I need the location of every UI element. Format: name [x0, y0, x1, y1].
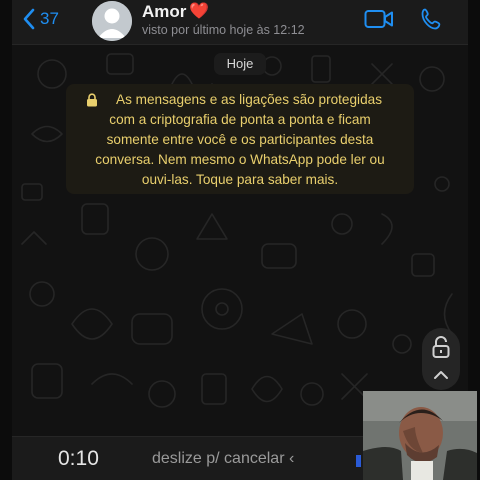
encryption-notice-line: conversa. Nem mesmo o WhatsApp pode ler …: [95, 152, 385, 167]
video-call-icon: [364, 10, 393, 28]
chevron-up-icon: [434, 371, 448, 379]
slide-to-cancel[interactable]: deslize p/ cancelar ‹: [152, 450, 294, 468]
recording-timer: 0:10: [58, 447, 99, 470]
webcam-person-image: [363, 391, 477, 480]
chat-header: 37 Amor ❤️ visto por último hoje às 12:1…: [12, 0, 468, 45]
back-chevron-icon: [23, 8, 35, 30]
voice-call-button[interactable]: [420, 7, 444, 36]
video-call-button[interactable]: [364, 9, 394, 34]
encryption-notice[interactable]: As mensagens e as ligações são protegida…: [66, 84, 414, 194]
recording-lock-control[interactable]: [422, 328, 460, 390]
recording-indicator: [356, 455, 361, 467]
phone-call-icon: [421, 8, 441, 30]
encryption-notice-line: ouvi-las. Toque para saber mais.: [141, 172, 339, 187]
encryption-notice-line: somente entre você e os participantes de…: [106, 132, 374, 147]
back-button[interactable]: 37: [22, 8, 59, 30]
date-separator: Hoje: [214, 53, 266, 75]
last-seen-status: visto por último hoje às 12:12: [142, 23, 305, 37]
avatar-icon: [92, 1, 132, 41]
video-overlay: [363, 391, 477, 480]
encryption-notice-line: com a criptografia de ponta a ponta e fi…: [109, 112, 371, 127]
avatar[interactable]: [92, 1, 132, 41]
padlock-icon: [432, 336, 450, 358]
unread-count: 37: [40, 9, 59, 28]
encryption-notice-line: As mensagens e as ligações são protegida…: [116, 92, 382, 107]
contact-name-text: Amor: [142, 2, 187, 21]
heart-emoji: ❤️: [189, 3, 210, 20]
contact-name[interactable]: Amor ❤️: [142, 2, 209, 22]
